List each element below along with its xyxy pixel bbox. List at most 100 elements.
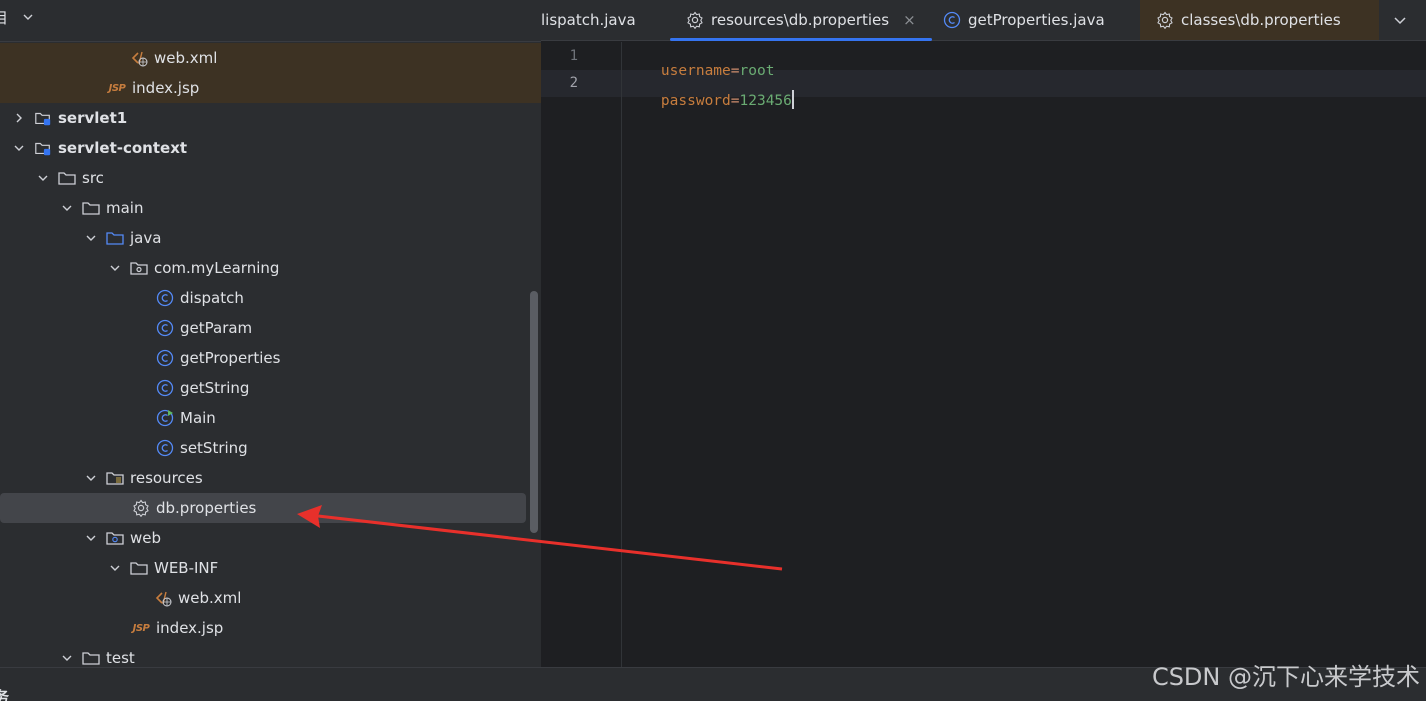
chevron-down-icon[interactable] [12,141,26,155]
resources-folder-icon [106,469,124,487]
folder-icon [58,169,76,187]
package-icon [130,259,148,277]
class-icon [156,289,174,307]
tab-getproperties-java[interactable]: getProperties.java [943,0,1105,40]
tree-item-web-xml-2[interactable]: web.xml [0,583,526,613]
tree-item-label: getParam [180,319,253,337]
chevron-down-icon[interactable] [21,10,35,24]
tree-item-web-inf[interactable]: WEB-INF [0,553,526,583]
gear-icon [686,11,704,29]
chevron-down-icon[interactable] [60,201,74,215]
class-icon [943,11,961,29]
tree-item-label: db.properties [156,499,257,517]
tab-resources-db-properties[interactable]: resources\db.properties × [670,0,932,41]
tab-label: resources\db.properties [711,11,890,29]
tree-item-class-dispatch[interactable]: dispatch [0,283,526,313]
chevron-down-icon[interactable] [84,231,98,245]
xml-file-icon [130,49,148,67]
editor: lispatch.java resources\db.properties × … [541,0,1426,667]
line-number: 2 [569,75,578,91]
chevron-down-icon[interactable] [1392,12,1408,28]
tree-item-test[interactable]: test [0,643,526,667]
tab-label: classes\db.properties [1181,11,1341,29]
tab-classes-db-properties[interactable]: classes\db.properties [1140,0,1379,40]
tree-item-class-getproperties[interactable]: getProperties [0,343,526,373]
tree-item-class-getparam[interactable]: getParam [0,313,526,343]
tree-item-label: com.myLearning [154,259,280,277]
folder-icon [82,649,100,667]
class-icon [156,349,174,367]
tree-item-label: main [106,199,144,217]
tab-dispatch-java[interactable]: lispatch.java [541,0,636,40]
panel-title: 目 [0,8,9,27]
tree-item-index-jsp-2[interactable]: JSP index.jsp [0,613,526,643]
close-icon[interactable]: × [903,11,916,29]
bottom-tool-label[interactable]: 务 [0,686,9,701]
jsp-file-icon: JSP [132,622,150,634]
chevron-down-icon[interactable] [108,261,122,275]
tree-item-label: Main [180,409,216,427]
tree-item-main[interactable]: main [0,193,526,223]
tree-item-servlet1[interactable]: servlet1 [0,103,526,133]
tree-item-db-properties[interactable]: db.properties [0,493,526,523]
property-key: password [660,93,731,109]
tree-item-package[interactable]: com.myLearning [0,253,526,283]
web-folder-icon [106,529,124,547]
tree-item-label: index.jsp [132,79,200,97]
module-folder-icon [34,139,52,157]
jsp-file-icon: JSP [108,82,126,94]
tree-item-label: src [82,169,104,187]
tree-item-class-getstring[interactable]: getString [0,373,526,403]
source-folder-icon [106,229,124,247]
editor-tab-bar: lispatch.java resources\db.properties × … [541,0,1426,41]
chevron-down-icon[interactable] [84,471,98,485]
tab-label: getProperties.java [968,11,1105,29]
line-number: 1 [569,48,578,64]
tree-item-web-xml[interactable]: web.xml [0,43,541,73]
tree-item-label: setString [180,439,248,457]
text-caret [791,90,794,109]
tab-label: lispatch.java [541,11,636,29]
panel-divider [0,41,541,42]
runnable-class-icon [156,409,174,427]
tree-item-label: web [130,529,162,547]
tree-item-label: WEB-INF [154,559,219,577]
tree-item-class-main[interactable]: Main [0,403,526,433]
project-scrollbar[interactable] [530,291,538,533]
tree-item-label: servlet-context [58,139,188,157]
tree-item-web[interactable]: web [0,523,526,553]
chevron-down-icon[interactable] [84,531,98,545]
tree-item-index-jsp[interactable]: JSP index.jsp [0,73,541,103]
watermark: CSDN @沉下心来学技术 [1151,663,1420,691]
tree-item-resources[interactable]: resources [0,463,526,493]
module-folder-icon [34,109,52,127]
project-panel: 目 web.xml JSP index.jsp servlet1 servlet… [0,0,541,667]
tree-item-label: java [130,229,162,247]
folder-icon [82,199,100,217]
tree-item-label: servlet1 [58,109,128,127]
chevron-right-icon[interactable] [12,111,26,125]
tree-item-label: test [106,649,135,667]
tree-item-src[interactable]: src [0,163,526,193]
tree-item-label: getString [180,379,250,397]
class-icon [156,379,174,397]
class-icon [156,439,174,457]
panel-header: 目 [0,0,541,34]
chevron-down-icon[interactable] [60,651,74,665]
tree-item-servlet-context[interactable]: servlet-context [0,133,526,163]
tree-item-label: getProperties [180,349,281,367]
tree-item-label: web.xml [154,49,218,67]
gear-icon [132,499,150,517]
property-separator: = [730,93,740,109]
class-icon [156,319,174,337]
tree-item-class-setstring[interactable]: setString [0,433,526,463]
chevron-down-icon[interactable] [36,171,50,185]
tree-item-label: dispatch [180,289,244,307]
chevron-down-icon[interactable] [108,561,122,575]
line-gutter: 1 2 [541,42,622,667]
gear-icon [1156,11,1174,29]
tree-item-java[interactable]: java [0,223,526,253]
tree-item-label: web.xml [178,589,242,607]
code-line[interactable]: password=123456 [626,74,794,125]
tree-item-label: index.jsp [156,619,224,637]
